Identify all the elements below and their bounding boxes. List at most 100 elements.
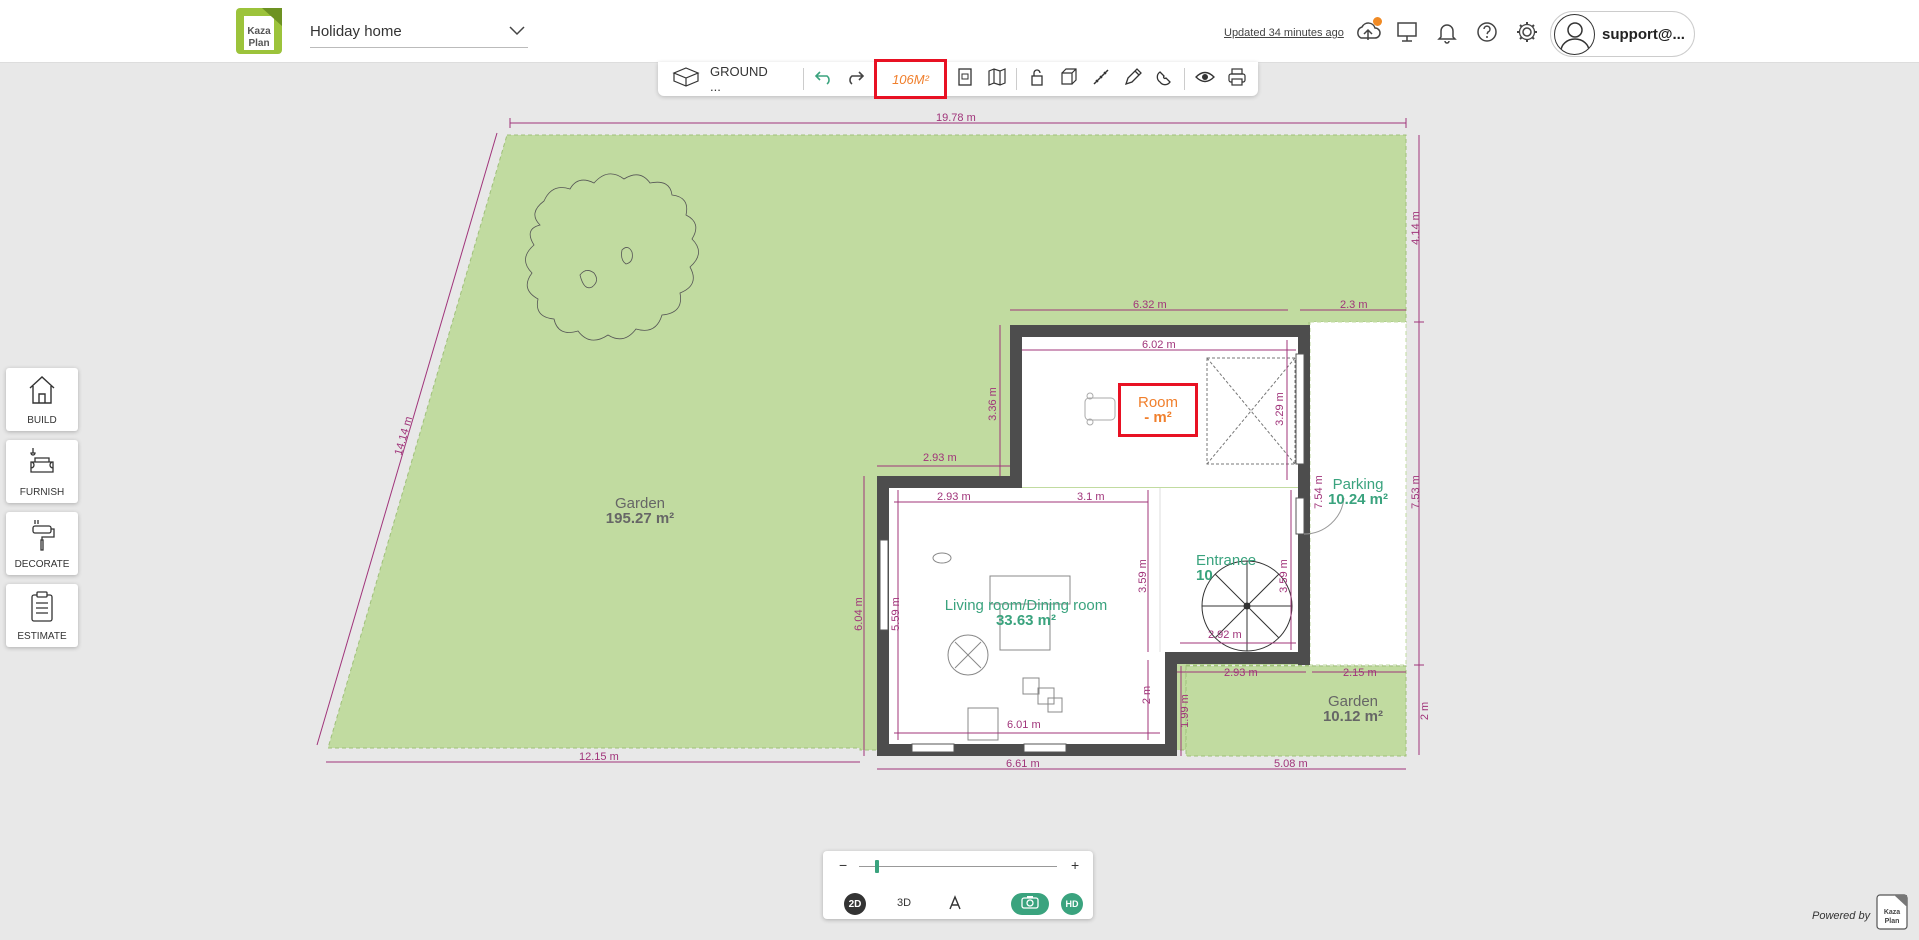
dim-living-293: 2.93 m [937, 491, 971, 503]
room-area: 10.12 m² [1322, 708, 1384, 725]
print-button[interactable] [1224, 66, 1250, 92]
estimate-label: ESTIMATE [17, 631, 67, 642]
project-name: Holiday home [310, 23, 402, 40]
room-name: Parking [1332, 476, 1384, 493]
pen-icon [1123, 67, 1143, 92]
dim-right-2m: 2 m [1419, 701, 1432, 721]
dim-living-359: 3.59 m [1136, 559, 1149, 593]
area-label: 106M² [892, 71, 929, 87]
magnet-icon [1155, 67, 1175, 92]
room-label-living[interactable]: Living room/Dining room 33.63 m² [920, 598, 1132, 628]
help-icon[interactable] [1473, 18, 1501, 46]
undo-icon [814, 69, 834, 90]
room-label-parking[interactable]: Parking 10.24 m² [1316, 477, 1400, 507]
dim-bottom-215: 2.15 m [1343, 667, 1377, 679]
sync-status-dot [1373, 17, 1382, 26]
svg-text:Kaza: Kaza [1884, 909, 1900, 916]
zoom-out-button[interactable]: − [839, 857, 847, 873]
dim-living-601: 6.01 m [1007, 719, 1041, 731]
furnish-menu-button[interactable]: FURNISH [6, 440, 78, 503]
dim-bottom-1215: 12.15 m [579, 751, 619, 763]
furnish-label: FURNISH [19, 487, 65, 498]
lock-button[interactable] [1024, 66, 1050, 92]
room-area: 195.27 m² [605, 510, 675, 527]
camera-button[interactable] [1011, 893, 1049, 915]
dim-living-31: 3.1 m [1077, 491, 1105, 503]
room-label-garden-small[interactable]: Garden 10.12 m² [1308, 694, 1398, 724]
svg-text:Kaza: Kaza [247, 26, 271, 37]
build-menu-button[interactable]: BUILD [6, 368, 78, 431]
decorate-label: DECORATE [14, 559, 70, 570]
bell-icon[interactable] [1433, 18, 1461, 46]
gear-icon[interactable] [1513, 18, 1541, 46]
zoom-slider-track[interactable] [859, 866, 1057, 867]
redo-icon [845, 69, 865, 90]
presentation-icon[interactable] [1393, 18, 1421, 46]
cube-icon [672, 66, 700, 93]
svg-text:Plan: Plan [248, 38, 269, 49]
export-document-button[interactable] [952, 66, 978, 92]
room-name: Garden [1327, 693, 1379, 710]
room-name: Garden [614, 495, 666, 512]
build-label: BUILD [27, 415, 57, 426]
box-icon [1059, 67, 1079, 92]
project-selector[interactable]: Holiday home [310, 18, 528, 48]
room-label-garden-main[interactable]: Garden 195.27 m² [570, 496, 710, 526]
ruler-button[interactable] [1088, 66, 1114, 92]
room-selection-highlight [1118, 383, 1198, 437]
updated-timestamp-link[interactable]: Updated 34 minutes ago [1224, 27, 1344, 39]
chevron-down-icon [508, 24, 526, 42]
mode-2d-button[interactable]: 2D [844, 893, 866, 915]
dim-room-height-outer: 3.36 m [986, 387, 999, 421]
map-icon [987, 67, 1007, 92]
estimate-menu-button[interactable]: ESTIMATE [6, 584, 78, 647]
dim-wall-293: 2.93 m [923, 452, 957, 464]
dim-living-height-inner: 5.59 m [889, 597, 902, 631]
room-name: Entrance [1196, 552, 1257, 569]
decorate-menu-button[interactable]: DECORATE [6, 512, 78, 575]
dim-parking-width: 2.3 m [1340, 299, 1368, 311]
dim-room-height-inner: 3.29 m [1273, 392, 1286, 426]
zoom-slider-thumb[interactable] [875, 860, 879, 873]
visibility-button[interactable] [1192, 66, 1218, 92]
floor-plan-canvas[interactable] [0, 0, 1919, 940]
user-account-menu[interactable]: support@... [1550, 11, 1695, 57]
undo-button[interactable] [811, 66, 837, 92]
dim-living-height-outer: 6.04 m [852, 597, 865, 631]
redo-button[interactable] [842, 66, 868, 92]
level-selector[interactable]: GROUND ... [672, 64, 782, 94]
zoom-in-button[interactable]: + [1071, 857, 1079, 873]
area-summary-button[interactable]: 106M² [874, 59, 947, 99]
pen-button[interactable] [1120, 66, 1146, 92]
avatar [1554, 14, 1595, 55]
dim-living-2m: 2 m [1141, 685, 1154, 705]
map-button[interactable] [984, 66, 1010, 92]
dim-room-inner: 6.02 m [1142, 339, 1176, 351]
ruler-icon [1091, 67, 1111, 92]
room-area: 10.24 m² [1327, 491, 1389, 508]
dim-top-width: 19.78 m [936, 112, 976, 124]
room-name: Living room/Dining room [944, 597, 1108, 614]
walk-mode-icon[interactable] [947, 895, 963, 916]
room-area: 10 [1196, 567, 1213, 584]
dim-bottom-508: 5.08 m [1274, 758, 1308, 770]
printer-icon [1227, 67, 1247, 92]
hd-render-button[interactable]: HD [1061, 893, 1083, 915]
document-icon [956, 67, 974, 92]
view-control-panel: − + 2D 3D HD [823, 851, 1093, 919]
dim-entrance-292: 2.92 m [1208, 629, 1242, 641]
dim-bottom-661: 6.61 m [1006, 758, 1040, 770]
magnet-button[interactable] [1152, 66, 1178, 92]
wall-3d-button[interactable] [1056, 66, 1082, 92]
mode-3d-button[interactable]: 3D [897, 897, 911, 909]
dim-entrance-359: 3.59 m [1277, 559, 1290, 593]
dim-right-753: 7.53 m [1409, 475, 1422, 509]
dim-small-199: 1.99 m [1178, 694, 1191, 728]
lock-icon [1028, 67, 1046, 92]
room-area: 33.63 m² [995, 612, 1057, 629]
dim-right-top: 4.14 m [1409, 211, 1422, 245]
kazaplan-logo[interactable]: Kaza Plan [234, 6, 284, 56]
room-label-entrance[interactable]: Entrance 10 [1196, 553, 1266, 583]
eye-icon [1194, 69, 1216, 90]
kazaplan-footer-logo[interactable]: Kaza Plan [1876, 894, 1908, 930]
